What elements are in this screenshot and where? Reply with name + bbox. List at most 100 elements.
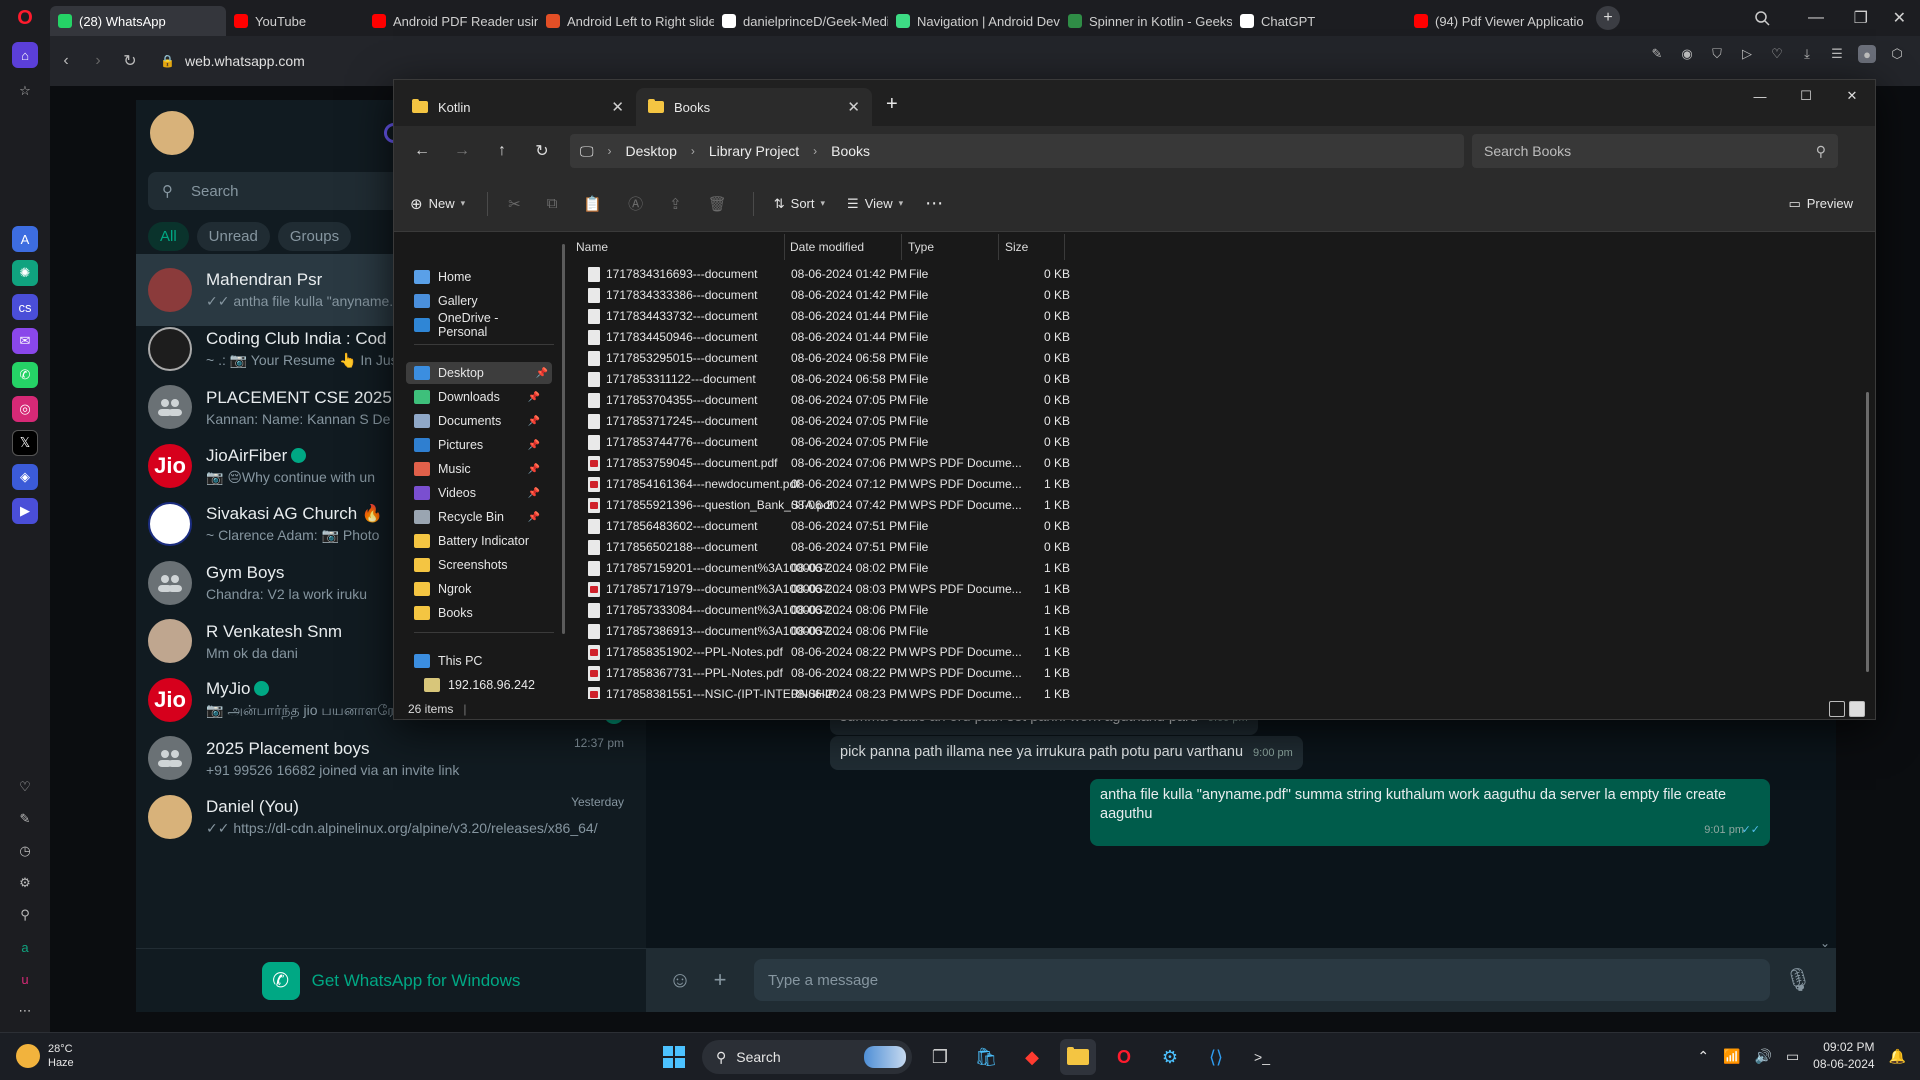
browser-tab[interactable]: (28) WhatsApp [50, 6, 226, 36]
file-row[interactable]: 1717853311122---document 08-06-2024 06:58… [570, 369, 1190, 390]
add-tab-icon[interactable]: + [886, 93, 898, 116]
forward-icon[interactable]: › [82, 45, 114, 77]
notification-icon[interactable]: 🔔 [1889, 1048, 1906, 1065]
close-tab-icon[interactable]: ✕ [847, 98, 860, 116]
settings-icon[interactable]: ⚙ [12, 870, 38, 896]
paste-icon[interactable]: 📋 [583, 195, 602, 213]
nav-scrollbar[interactable] [562, 244, 565, 634]
cs-icon[interactable]: cs [12, 294, 38, 320]
forward-icon[interactable]: → [442, 135, 482, 167]
profile-icon[interactable]: ● [1858, 45, 1876, 63]
tiles-view-icon[interactable] [1849, 701, 1865, 717]
crumb-library-project[interactable]: Library Project [709, 143, 799, 159]
opera-logo-icon[interactable]: O [0, 0, 50, 36]
up-icon[interactable]: ↑ [482, 135, 522, 167]
nav-item[interactable]: Books [414, 602, 544, 624]
shield-icon[interactable]: ⛉ [1708, 45, 1726, 63]
file-row[interactable]: 1717856502188---document 08-06-2024 07:51… [570, 537, 1190, 558]
close-icon[interactable]: ✕ [1893, 0, 1906, 36]
nav-item[interactable]: Recycle Bin 📌 [414, 506, 544, 528]
chatgpt-icon[interactable]: ✺ [12, 260, 38, 286]
browser-tab[interactable]: Android Left to Right slide [538, 6, 714, 36]
profile-avatar[interactable] [150, 111, 194, 155]
file-row[interactable]: 1717857386913---document%3A1000037... 08-… [570, 621, 1190, 642]
back-icon[interactable]: ‹ [50, 45, 82, 77]
store-icon[interactable]: 🛍 [968, 1039, 1004, 1075]
details-view-icon[interactable] [1829, 701, 1845, 717]
chevron-up-icon[interactable]: ⌃ [1697, 1048, 1709, 1065]
aria-icon[interactable]: A [12, 226, 38, 252]
sort-button[interactable]: ⇅ Sort ▾ [774, 196, 825, 212]
search-tabs-icon[interactable] [1754, 0, 1770, 36]
new-tab-button[interactable]: + [1596, 6, 1620, 30]
file-row[interactable]: 1717834450946---document 08-06-2024 01:44… [570, 327, 1190, 348]
restore-icon[interactable]: ❐ [1854, 0, 1868, 36]
more-icon[interactable]: ⋯ [12, 998, 38, 1024]
nav-item[interactable]: Documents 📌 [414, 410, 544, 432]
nav-item[interactable]: OneDrive - Personal [414, 311, 544, 339]
camera-icon[interactable]: ◉ [1678, 45, 1696, 63]
volume-icon[interactable]: 🔊 [1755, 1048, 1772, 1065]
close-icon[interactable]: ✕ [1829, 80, 1875, 112]
filter-all[interactable]: All [148, 222, 189, 251]
file-row[interactable]: 1717834333386---document 08-06-2024 01:42… [570, 285, 1190, 306]
task-view-icon[interactable]: ❐ [922, 1039, 958, 1075]
app-a-icon[interactable]: a [12, 934, 38, 960]
extensions-icon[interactable]: ⬡ [1888, 45, 1906, 63]
file-row[interactable]: 1717853744776---document 08-06-2024 07:05… [570, 432, 1190, 453]
file-row[interactable]: 1717853759045---document.pdf 08-06-2024 0… [570, 453, 1190, 474]
close-tab-icon[interactable]: ✕ [611, 98, 624, 116]
delete-icon[interactable]: 🗑 [708, 195, 727, 213]
attach-icon[interactable]: + [700, 960, 740, 1000]
messenger-icon[interactable]: ✉ [12, 328, 38, 354]
cut-icon[interactable]: ✂ [508, 195, 521, 213]
wifi-icon[interactable]: 📶 [1723, 1048, 1740, 1065]
file-row[interactable]: 1717857171979---document%3A1000037... 08-… [570, 579, 1190, 600]
crumb-books[interactable]: Books [831, 143, 870, 159]
file-row[interactable]: 1717858367731---PPL-Notes.pdf 08-06-2024 … [570, 663, 1190, 684]
nav-item[interactable]: Screenshots [414, 554, 544, 576]
new-button[interactable]: ⊕ New ▾ [410, 195, 465, 213]
terminal-icon[interactable]: >_ [1244, 1039, 1280, 1075]
browser-tab[interactable]: (94) Pdf Viewer Applicatio [1406, 6, 1590, 36]
file-row[interactable]: 1717857333084---document%3A1000037... 08-… [570, 600, 1190, 621]
filter-groups[interactable]: Groups [277, 222, 352, 251]
clock[interactable]: 09:02 PM 08-06-2024 [1813, 1039, 1874, 1073]
filter-unread[interactable]: Unread [196, 222, 270, 251]
tips-icon[interactable]: ⚲ [12, 902, 38, 928]
message-input[interactable]: Type a message [754, 959, 1770, 1001]
download-icon[interactable]: ⤓ [1798, 45, 1816, 63]
view-button[interactable]: ☰ View ▾ [847, 196, 903, 212]
browser-tab[interactable]: ChatGPT [1232, 6, 1406, 36]
battery-icon[interactable]: ▭ [1786, 1048, 1799, 1065]
nav-item[interactable]: Battery Indicator [414, 530, 544, 552]
preview-button[interactable]: ▭ Preview [1788, 196, 1853, 212]
more-icon[interactable]: ⋯ [925, 193, 943, 214]
chat-list-item[interactable]: Daniel (You) ✓✓ https://dl-cdn.alpinelinu… [136, 781, 646, 853]
browser-tab[interactable]: danielprinceD/Geek-Medi [714, 6, 888, 36]
url-field[interactable]: 🔒 web.whatsapp.com [160, 53, 305, 69]
nav-item[interactable]: 192.168.96.242 [424, 674, 554, 696]
pinboard-icon[interactable]: ✎ [12, 806, 38, 832]
column-date[interactable]: Date modified [790, 236, 864, 258]
file-row[interactable]: 1717834433732---document 08-06-2024 01:44… [570, 306, 1190, 327]
file-row[interactable]: 1717853704355---document 08-06-2024 07:05… [570, 390, 1190, 411]
nav-item[interactable]: This PC [414, 650, 544, 672]
column-size[interactable]: Size [1005, 236, 1028, 258]
mic-icon[interactable]: 🎙 [1778, 960, 1818, 1000]
file-list-scrollbar[interactable] [1866, 392, 1869, 672]
file-row[interactable]: 1717853295015---document 08-06-2024 06:58… [570, 348, 1190, 369]
nav-item[interactable]: Videos 📌 [414, 482, 544, 504]
maximize-icon[interactable]: ☐ [1783, 80, 1829, 112]
nav-item[interactable]: Gallery [414, 290, 544, 312]
file-row[interactable]: 1717855921396---question_Bank_STA.pdf 08-… [570, 495, 1190, 516]
column-type[interactable]: Type [908, 236, 934, 258]
back-icon[interactable]: ← [402, 135, 442, 167]
rename-icon[interactable]: Ⓐ [628, 193, 643, 214]
star-icon[interactable]: ☆ [12, 78, 38, 104]
play-icon[interactable]: ▷ [1738, 45, 1756, 63]
file-row[interactable]: 1717854161364---newdocument.pdf 08-06-202… [570, 474, 1190, 495]
nav-item[interactable]: Ngrok [414, 578, 544, 600]
nav-item[interactable]: Pictures 📌 [414, 434, 544, 456]
nav-item[interactable]: Home [414, 266, 544, 288]
